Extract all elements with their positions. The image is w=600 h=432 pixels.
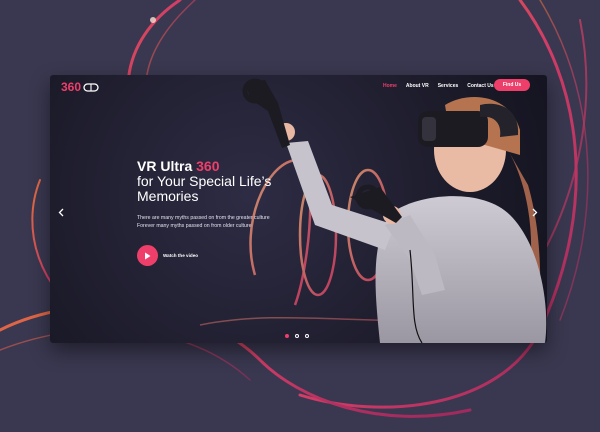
hero-title-line3: Memories [137, 188, 199, 204]
find-us-button[interactable]: Find Us [494, 79, 530, 91]
hero-description: There are many myths passed on from the … [137, 214, 327, 230]
hero-desc-line2: Forever many myths passed on from older … [137, 223, 252, 229]
infinity-loop-icon [83, 82, 99, 92]
hero-title: VR Ultra 360 for Your Special Life’s Mem… [137, 159, 327, 204]
website-preview-window: 360 Home About VR Services Contact Us Fi… [50, 75, 547, 343]
main-menu: Home About VR Services Contact Us [383, 83, 494, 89]
slider-pagination [285, 334, 309, 338]
nav-link-home[interactable]: Home [383, 83, 397, 89]
hero-title-line2: for Your Special Life’s [137, 173, 272, 189]
hero-title-accent: 360 [196, 158, 220, 174]
nav-link-about-vr[interactable]: About VR [406, 83, 429, 89]
logo-text: 360 [61, 80, 82, 94]
slider-next-button[interactable] [530, 205, 540, 219]
hero-desc-line1: There are many myths passed on from the … [137, 215, 270, 221]
slider-dot-1[interactable] [285, 334, 289, 338]
chevron-right-icon [532, 208, 538, 216]
hero-title-part1: VR Ultra [137, 158, 197, 174]
slider-dot-3[interactable] [305, 334, 309, 338]
site-header: 360 Home About VR Services Contact Us Fi… [50, 75, 547, 97]
slider-dot-2[interactable] [295, 334, 299, 338]
slider-prev-button[interactable] [56, 205, 66, 219]
play-icon [145, 252, 151, 259]
hero-content: VR Ultra 360 for Your Special Life’s Mem… [137, 159, 327, 230]
watch-video-label[interactable]: Watch the video [163, 253, 198, 258]
nav-link-services[interactable]: Services [438, 83, 459, 89]
play-button[interactable] [137, 245, 158, 266]
watch-video-control[interactable]: Watch the video [137, 245, 198, 266]
chevron-left-icon [58, 208, 64, 216]
nav-link-contact-us[interactable]: Contact Us [467, 83, 493, 89]
site-logo[interactable]: 360 [61, 79, 99, 95]
